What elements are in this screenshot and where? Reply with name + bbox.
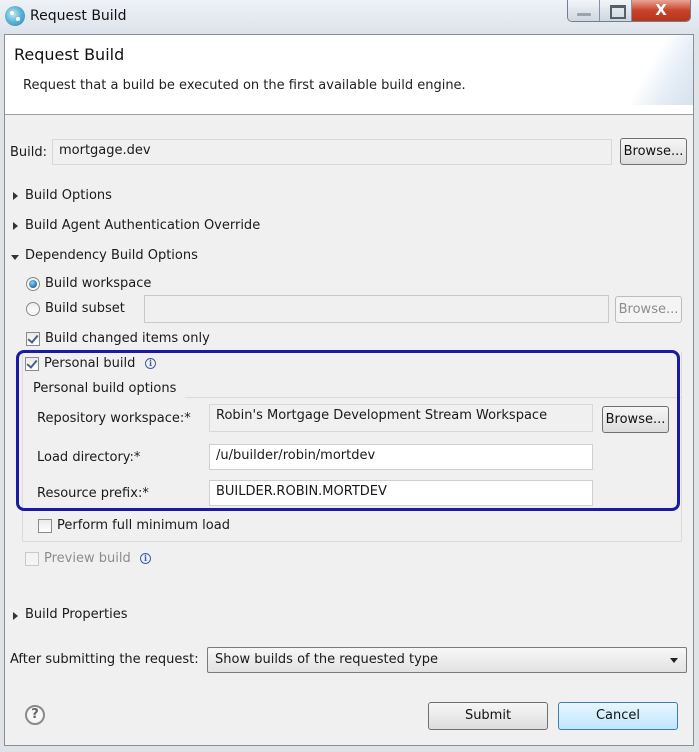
- close-icon: X: [655, 1, 667, 19]
- build-subset-field[interactable]: [144, 295, 609, 323]
- checkbox-unchecked-icon: [38, 519, 52, 533]
- expand-down-icon: [11, 255, 19, 260]
- section-label: Build Options: [25, 188, 112, 203]
- build-subset-browse-button[interactable]: Browse...: [615, 296, 682, 323]
- radio-selected-icon: [26, 277, 40, 291]
- after-submit-selected-value: Show builds of the requested type: [215, 652, 439, 667]
- build-label: Build:: [10, 145, 48, 160]
- app-icon: [5, 6, 25, 26]
- radio-label: Build workspace: [45, 276, 152, 291]
- minimize-button[interactable]: [568, 0, 600, 21]
- cancel-button[interactable]: Cancel: [558, 702, 678, 730]
- radio-unselected-icon: [26, 302, 40, 316]
- expand-right-icon: [13, 192, 18, 200]
- window-controls: X: [567, 0, 691, 22]
- checkbox-label: Build changed items only: [45, 331, 210, 346]
- expand-right-icon: [13, 222, 18, 230]
- after-submit-select[interactable]: Show builds of the requested type: [207, 647, 687, 673]
- build-field[interactable]: mortgage.dev: [52, 139, 612, 165]
- window-title: Request Build: [30, 8, 127, 24]
- checkbox-label: Preview build: [44, 551, 131, 566]
- close-button[interactable]: X: [632, 0, 690, 21]
- section-label: Build Properties: [25, 607, 128, 622]
- header-decoration: [613, 35, 693, 105]
- checkbox-label: Perform full minimum load: [57, 518, 230, 533]
- help-icon[interactable]: ?: [25, 705, 45, 725]
- highlight-annotation: [16, 350, 680, 511]
- section-label: Dependency Build Options: [25, 248, 198, 263]
- build-browse-button[interactable]: Browse...: [620, 138, 687, 165]
- dialog-header: Request Build Request that a build be ex…: [5, 35, 693, 115]
- checkbox-checked-icon: [26, 332, 40, 346]
- title-bar: Request Build X: [0, 0, 699, 34]
- after-submit-label: After submitting the request:: [10, 652, 199, 667]
- dialog-title: Request Build: [14, 45, 125, 64]
- radio-label: Build subset: [45, 301, 125, 316]
- dialog-description: Request that a build be executed on the …: [23, 78, 466, 93]
- submit-button[interactable]: Submit: [428, 702, 548, 730]
- section-label: Build Agent Authentication Override: [25, 218, 261, 233]
- expand-right-icon: [13, 612, 18, 620]
- chevron-down-icon: [670, 658, 678, 663]
- checkbox-disabled-icon: [25, 552, 39, 566]
- maximize-button[interactable]: [600, 0, 632, 21]
- info-icon[interactable]: i: [140, 553, 151, 564]
